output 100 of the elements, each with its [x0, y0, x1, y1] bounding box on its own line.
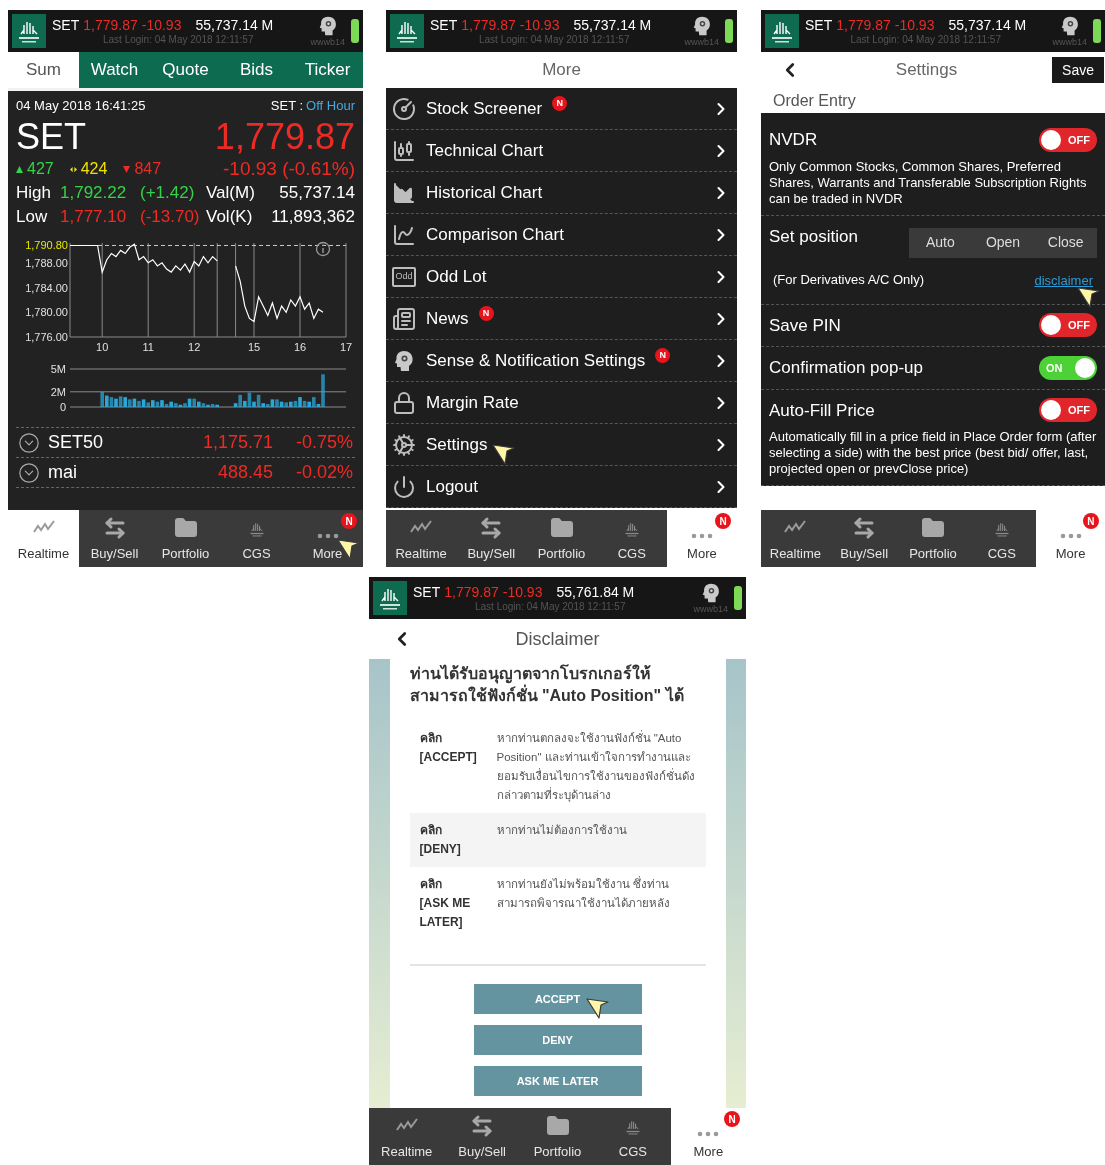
menu-item[interactable]: News N [386, 298, 737, 340]
axis-label: 0 [59, 401, 66, 413]
nav-tab[interactable]: Realtime [369, 1108, 445, 1165]
index-name: SET [52, 16, 80, 34]
axis-label: 10 [96, 341, 109, 353]
menu-item[interactable]: Technical Chart [386, 130, 737, 172]
nav-tab[interactable]: Portfolio [150, 510, 221, 567]
notification-badge: N [724, 1111, 741, 1127]
tab[interactable]: Watch [79, 52, 150, 88]
nav-tab[interactable]: Buy/Sell [79, 510, 150, 567]
setting-description: Automatically fill in a price field in Place Order form (after selecting a side) with the best price (best bid/ offer, last, projected open or prevClose price) [769, 429, 1097, 477]
breadth-count: 847 [134, 159, 162, 179]
setting-description: Only Common Stocks, Common Shares, Preferred Shares, Warrants and Transferable Subscription Rights can be traded in NVDR [769, 158, 1088, 207]
menu-item[interactable]: Stock Screener N [386, 88, 737, 130]
setting-label: Confirmation pop-up [769, 357, 924, 379]
setting-label: Set position [769, 225, 858, 248]
stat-value: 55,737.14 [278, 182, 355, 205]
axis-label: 1,788.00 [25, 256, 68, 269]
expand-icon[interactable] [18, 461, 40, 484]
segment-option[interactable]: Auto [909, 227, 972, 258]
axis-label: 1,784.00 [25, 281, 68, 294]
candlestick-icon [392, 138, 416, 163]
segment-option[interactable]: Close [1034, 227, 1097, 258]
breadth-count: 427 [27, 159, 54, 179]
toggle-switch[interactable]: OFF [1039, 398, 1097, 423]
nav-tab[interactable]: CGS [596, 510, 667, 567]
index-name: mai [48, 461, 77, 484]
save-button[interactable]: Save [1052, 57, 1104, 83]
info-icon[interactable] [315, 241, 331, 257]
axis-label: 5M [50, 363, 66, 375]
option-description: หากท่านไม่ต้องการใช้งาน [496, 823, 628, 838]
index-name: SET [805, 16, 833, 34]
menu-item[interactable]: Historical Chart [386, 172, 737, 214]
logo-icon [390, 14, 424, 48]
menu-item[interactable]: Odd Odd Lot [386, 256, 737, 298]
more-icon [1058, 531, 1083, 540]
stat-label: Val(M) [206, 182, 256, 205]
market-label: SET : [270, 97, 304, 116]
menu-item[interactable]: Margin Rate [386, 382, 737, 424]
nav-tab[interactable]: Buy/Sell [456, 510, 527, 567]
tab[interactable]: Quote [150, 52, 221, 88]
menu-item[interactable]: Sense & Notification Settings N [386, 340, 737, 382]
stat-change: (-13.70) [140, 206, 201, 229]
nav-tab[interactable]: Portfolio [898, 510, 968, 567]
battery-icon [351, 19, 359, 43]
axis-label: 17 [339, 341, 353, 353]
nav-tab[interactable]: CGS [221, 510, 292, 567]
nav-tab[interactable]: Realtime [761, 510, 830, 567]
disclaimer-heading: ท่านได้รับอนุญาตจากโบรกเกอร์ให้สามารถใช้ฟังก์ชั่น "Auto Position" ได้ [409, 663, 685, 706]
click-label: คลิก [419, 730, 443, 747]
notification-badge: N [478, 306, 494, 321]
option-name: [ASK ME LATER] [419, 895, 472, 931]
nav-tab[interactable]: Buy/Sell [444, 1108, 520, 1165]
axis-label: 1,780.00 [25, 306, 68, 319]
segment-option[interactable]: Open [971, 227, 1035, 258]
nav-tab[interactable]: Portfolio [519, 1108, 596, 1165]
market-value: 55,761.84 M [556, 583, 635, 601]
disclaimer-link[interactable]: disclaimer [1034, 272, 1093, 288]
nav-tab[interactable]: Realtime [386, 510, 457, 567]
menu-item[interactable]: Settings [386, 424, 737, 466]
user-id: wwwb14 [684, 37, 719, 47]
nav-tab[interactable]: CGS [967, 510, 1037, 567]
notification-badge: N [655, 348, 671, 363]
nav-tab[interactable]: More N [292, 510, 363, 567]
expand-icon[interactable] [18, 431, 40, 454]
index-price: 1,779.87 [444, 583, 499, 601]
index-change: -10.93 [894, 16, 935, 34]
up-triangle-icon [16, 165, 23, 173]
toggle-switch[interactable]: OFF [1039, 127, 1097, 152]
option-description: หากท่านยังไม่พร้อมใช้งาน ซึ่งท่านสามารถพิจารณาใช้งานได้ภายหลัง [496, 875, 671, 911]
area-chart-icon [392, 180, 416, 205]
tab[interactable]: Ticker [292, 52, 363, 88]
index-price: 488.45 [217, 461, 273, 484]
nav-tab[interactable]: CGS [595, 1108, 671, 1165]
page-title: Settings [894, 59, 959, 82]
nav-tab[interactable]: Buy/Sell [829, 510, 899, 567]
market-status: Off Hour [306, 97, 355, 116]
index-price: 1,779.87 [836, 16, 891, 34]
battery-icon [1093, 19, 1101, 43]
more-icon [315, 531, 340, 540]
down-triangle-icon [123, 165, 131, 173]
index-change: -0.75% [294, 431, 353, 454]
more-icon [689, 531, 714, 540]
newspaper-icon [392, 306, 416, 331]
stat-label: Vol(K) [206, 206, 254, 229]
nav-tab[interactable]: Portfolio [526, 510, 597, 567]
gauge-icon [392, 96, 416, 121]
line-chart-icon [392, 222, 416, 247]
stat-value: 1,777.10 [60, 206, 128, 229]
tab[interactable]: Bids [221, 52, 292, 88]
index-title: SET [16, 117, 86, 157]
index-name: SET50 [48, 431, 104, 454]
logo-icon [765, 14, 799, 48]
market-value: 55,737.14 M [195, 16, 274, 34]
menu-item[interactable]: Comparison Chart [386, 214, 737, 256]
toggle-switch[interactable]: OFF [1039, 313, 1097, 338]
setting-label: Auto-Fill Price [769, 399, 875, 422]
menu-item[interactable]: Logout [386, 466, 737, 508]
more-icon [696, 1129, 721, 1138]
logo-icon [373, 581, 407, 615]
